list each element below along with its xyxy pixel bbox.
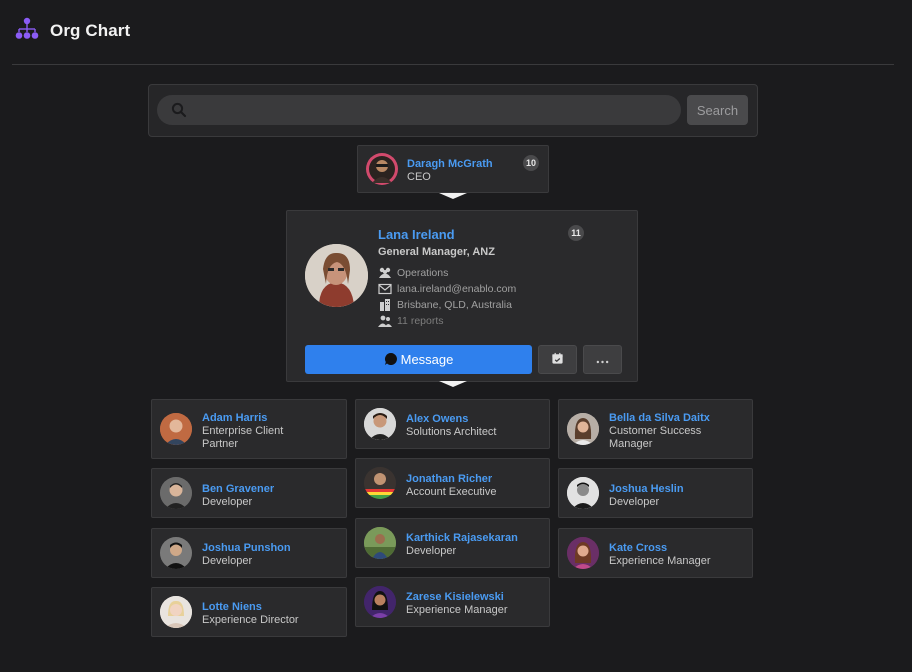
person-title: Customer Success Manager [609,425,702,450]
department-text: Operations [397,267,449,279]
person-name[interactable]: Karthick Rajasekaran [406,532,518,544]
calendar-icon [552,352,563,364]
building-icon [380,299,390,311]
team-icon [379,267,391,278]
app-title: Org Chart [50,21,131,40]
app-header: Org Chart [12,0,894,65]
person-title: General Manager, ANZ [378,246,495,258]
report-count-badge: 11 [568,225,584,241]
search-button[interactable]: Search [687,95,748,125]
people-icon [378,315,392,327]
more-dots-icon [596,360,609,364]
search-bar: Search [148,84,758,137]
report-card[interactable]: Karthick Rajasekaran Developer [355,518,550,568]
person-name[interactable]: Adam Harris [202,412,267,424]
tree-connector [439,381,467,387]
avatar [364,586,396,618]
ceo-card[interactable]: Daragh McGrath CEO 10 [357,145,549,193]
tree-connector [439,193,467,199]
email-link[interactable]: lana.ireland@enablo.com [397,283,516,295]
person-title: CEO [407,171,431,183]
report-card[interactable]: Kate Cross Experience Manager [558,528,753,578]
person-name[interactable]: Bella da Silva Daitx [609,412,710,424]
person-title: Experience Manager [406,604,508,616]
person-name[interactable]: Daragh McGrath [407,158,493,170]
person-name[interactable]: Alex Owens [406,413,468,425]
report-card[interactable]: Joshua Heslin Developer [558,468,753,518]
person-title: Developer [202,496,253,508]
chat-bubble-icon [384,353,397,365]
person-name[interactable]: Ben Gravener [202,483,274,495]
report-card[interactable]: Adam Harris Enterprise Client Partner [151,399,347,459]
reports-count-text: 11 reports [397,315,444,327]
person-title: Account Executive [406,486,497,498]
calendar-button[interactable] [538,345,577,374]
person-name[interactable]: Joshua Heslin [609,483,684,495]
report-card[interactable]: Joshua Punshon Developer [151,528,347,578]
person-name[interactable]: Jonathan Richer [406,473,492,485]
avatar [305,244,368,307]
more-options-button[interactable] [583,345,622,374]
message-button-label: Message [400,352,454,367]
avatar [366,153,398,185]
report-card[interactable]: Zarese Kisielewski Experience Manager [355,577,550,627]
focus-person-card: Lana Ireland General Manager, ANZ 11 Ope… [286,210,638,382]
message-button[interactable]: Message [305,345,532,374]
report-card[interactable]: Bella da Silva Daitx Customer Success Ma… [558,399,753,459]
search-icon [171,102,187,118]
person-title: Solutions Architect [406,426,497,438]
report-card[interactable]: Alex Owens Solutions Architect [355,399,550,449]
report-count-badge: 10 [523,155,539,171]
report-card[interactable]: Ben Gravener Developer [151,468,347,518]
avatar [567,413,599,445]
search-input[interactable] [193,95,673,125]
avatar [160,596,192,628]
person-name[interactable]: Joshua Punshon [202,542,291,554]
avatar [160,537,192,569]
location-text: Brisbane, QLD, Australia [397,299,512,311]
avatar [160,477,192,509]
person-name[interactable]: Kate Cross [609,542,667,554]
person-title: Developer [202,555,253,567]
person-name[interactable]: Lotte Niens [202,601,262,613]
report-card[interactable]: Lotte Niens Experience Director [151,587,347,637]
avatar [567,537,599,569]
person-title: Experience Manager [609,555,711,567]
avatar [364,527,396,559]
person-title: Developer [609,496,660,508]
person-title: Developer [406,545,457,557]
report-card[interactable]: Jonathan Richer Account Executive [355,458,550,508]
avatar [567,477,599,509]
person-title: Enterprise Client Partner [202,425,284,450]
avatar [160,413,192,445]
org-chart-logo-icon [15,17,39,39]
person-name[interactable]: Lana Ireland [378,227,455,242]
avatar [364,467,396,499]
avatar [364,408,396,440]
mail-icon [378,283,392,295]
person-name[interactable]: Zarese Kisielewski [406,591,504,603]
search-field [157,95,681,125]
person-title: Experience Director [202,614,299,626]
